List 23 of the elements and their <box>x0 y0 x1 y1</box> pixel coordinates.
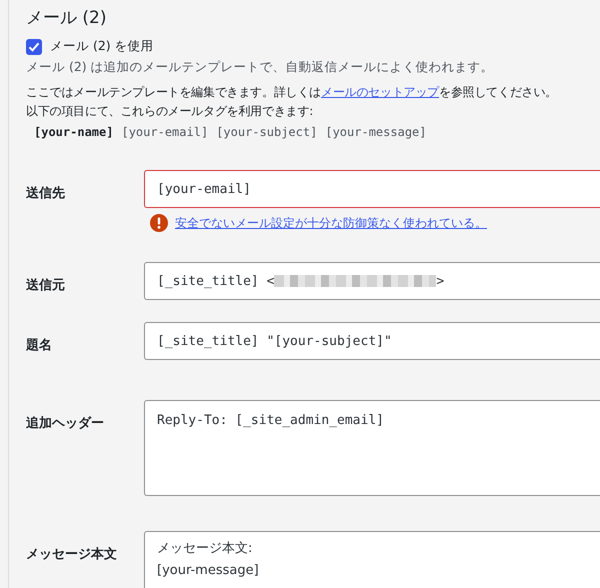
text-field[interactable]: [_site_title] < > <box>144 262 600 300</box>
mail-tag: [your-subject] <box>216 125 318 139</box>
help-text: 以下の項目にて、これらのメールタグを利用できます: <box>26 103 314 120</box>
field-label: メッセージ本文 <box>26 546 118 563</box>
field-label: 送信元 <box>26 277 66 294</box>
field-label: 追加ヘッダー <box>26 415 105 432</box>
error-link[interactable]: 安全でないメール設定が十分な防御策なく使われている。 <box>175 214 487 232</box>
checkbox[interactable] <box>26 38 42 54</box>
checkbox-label: メール (2) を使用 <box>50 38 154 55</box>
field-label: 送信先 <box>26 185 66 202</box>
section-title: メール (2) <box>26 7 106 29</box>
text-field[interactable]: [_site_title] "[your-subject]" <box>144 322 600 360</box>
help-text: ここではメールテンプレートを編集できます。詳しくはメールのセットアップを参照してください。 <box>26 84 558 101</box>
field-label: 題名 <box>26 337 53 354</box>
description-text: メール (2) は追加のメールテンプレートで、自動返信メールによく使われます。 <box>26 59 495 76</box>
text-field[interactable]: [your-email] <box>144 170 600 208</box>
mail-tag: [your-name] <box>34 125 114 139</box>
mail-tag: [your-email] <box>121 125 208 139</box>
mail-tag: [your-message] <box>325 125 426 139</box>
text-area[interactable]: メッセージ本文: [your-message] <box>144 531 600 588</box>
help-link[interactable]: メールのセットアップ <box>321 85 440 99</box>
text-area[interactable]: Reply-To: [_site_admin_email] <box>144 400 600 496</box>
error-icon <box>150 214 168 232</box>
